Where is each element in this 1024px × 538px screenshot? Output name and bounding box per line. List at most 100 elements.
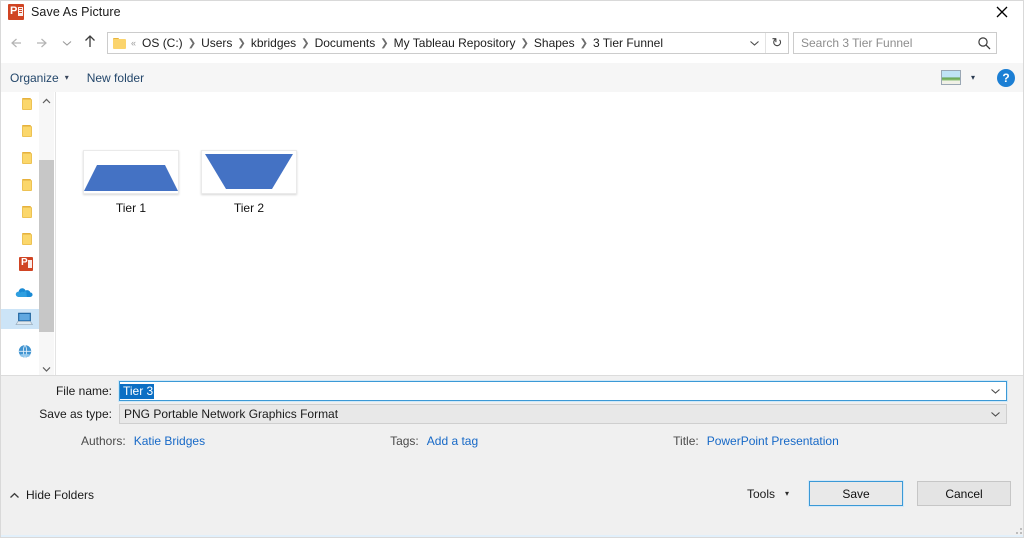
scroll-down-button[interactable] <box>39 360 54 375</box>
chevron-down-icon: ▾ <box>64 73 69 82</box>
breadcrumb-item-1[interactable]: Users <box>198 34 235 52</box>
chevron-down-icon[interactable] <box>984 387 1006 395</box>
breadcrumb-item-2[interactable]: kbridges <box>248 34 299 52</box>
chevron-down-icon <box>62 36 72 50</box>
footer-buttons: Tools ▾ Save Cancel <box>741 480 1011 507</box>
navigation-pane-scrollbar[interactable] <box>39 92 55 375</box>
address-folder-icon <box>108 37 130 49</box>
file-item-tier-1[interactable]: Tier 1 <box>76 150 186 215</box>
network-item[interactable] <box>1 341 39 361</box>
save-as-type-label: Save as type: <box>39 407 112 421</box>
tools-label: Tools <box>746 486 775 501</box>
breadcrumb-separator: ❯ <box>579 37 588 49</box>
folder-item-4[interactable] <box>1 175 39 195</box>
save-as-type-select[interactable]: PNG Portable Network Graphics Format <box>119 404 1007 424</box>
network-globe-icon <box>17 343 33 359</box>
breadcrumb-item-4[interactable]: My Tableau Repository <box>391 34 519 52</box>
folder-icon <box>21 151 33 165</box>
file-item-label: Tier 1 <box>115 201 147 215</box>
tags-value[interactable]: Add a tag <box>427 434 478 448</box>
file-thumbnail <box>83 150 179 194</box>
help-button[interactable]: ? <box>997 68 1015 87</box>
this-pc-icon <box>15 312 33 326</box>
breadcrumb-item-6[interactable]: 3 Tier Funnel <box>590 34 666 52</box>
folder-item-6[interactable] <box>1 229 39 249</box>
file-name-row: File name: Tier 3 <box>1 380 1023 402</box>
navigation-pane <box>1 92 39 375</box>
file-name-value: Tier 3 <box>120 383 155 399</box>
chevron-down-icon[interactable] <box>984 410 1006 418</box>
hide-folders-button[interactable]: Hide Folders <box>9 488 94 502</box>
folder-icon <box>21 97 33 111</box>
save-as-picture-dialog: Save As Picture <box>0 0 1024 538</box>
file-item-tier-2[interactable]: Tier 2 <box>194 150 304 215</box>
arrow-up-icon <box>83 34 97 52</box>
organize-label: Organize <box>10 70 59 85</box>
folder-icon <box>21 205 33 219</box>
tools-button[interactable]: Tools ▾ <box>741 483 795 505</box>
onedrive-item[interactable] <box>1 282 39 302</box>
cancel-button[interactable]: Cancel <box>917 481 1011 506</box>
breadcrumb-item-0[interactable]: OS (C:) <box>139 34 186 52</box>
address-dropdown-button[interactable] <box>743 36 765 50</box>
up-one-level-button[interactable] <box>77 30 103 56</box>
breadcrumb-item-5[interactable]: Shapes <box>531 34 578 52</box>
close-button[interactable] <box>979 1 1023 23</box>
command-toolbar: Organize ▾ New folder ▾ ? <box>1 63 1023 93</box>
dialog-footer: Hide Folders Tools ▾ Save Cancel <box>1 455 1023 537</box>
recent-locations-button[interactable] <box>57 30 77 56</box>
powerpoint-icon <box>19 256 33 271</box>
search-input[interactable] <box>794 36 972 50</box>
chevron-down-icon[interactable]: ▾ <box>971 73 975 82</box>
powerpoint-item[interactable] <box>1 254 39 274</box>
forward-button[interactable] <box>29 30 57 56</box>
footer-accent-line <box>1 535 1023 537</box>
file-name-input[interactable]: Tier 3 <box>118 380 1008 402</box>
file-list-pane[interactable]: Tier 1 Tier 2 <box>56 92 1023 375</box>
save-button[interactable]: Save <box>808 480 904 507</box>
chevron-up-icon <box>9 492 20 499</box>
breadcrumb-separator: ❯ <box>237 37 246 49</box>
scroll-up-button[interactable] <box>39 92 54 107</box>
folder-item-3[interactable] <box>1 148 39 168</box>
chevron-down-icon <box>749 36 760 50</box>
authors-label: Authors: <box>81 434 126 448</box>
folder-icon <box>21 232 33 246</box>
breadcrumb-separator: ❯ <box>301 37 310 49</box>
search-icon[interactable] <box>972 36 996 50</box>
tags-label: Tags: <box>390 434 419 448</box>
chevron-up-icon <box>42 93 51 107</box>
breadcrumb-separator: ❯ <box>187 37 197 49</box>
search-box[interactable] <box>793 32 997 54</box>
folder-icon <box>21 124 33 138</box>
folder-item-2[interactable] <box>1 121 39 141</box>
folder-item-5[interactable] <box>1 202 39 222</box>
arrow-right-icon <box>35 36 51 50</box>
title-value[interactable]: PowerPoint Presentation <box>707 434 839 448</box>
refresh-icon: ↻ <box>771 35 783 50</box>
onedrive-cloud-icon <box>15 286 33 298</box>
folder-icon <box>21 178 33 192</box>
window-title: Save As Picture <box>31 5 121 19</box>
organize-button[interactable]: Organize ▾ <box>1 63 78 92</box>
resize-grip[interactable] <box>1012 524 1022 534</box>
address-bar[interactable]: « OS (C:) ❯ Users ❯ kbridges ❯ Documents… <box>107 32 789 54</box>
file-thumbnail <box>201 150 297 194</box>
arrow-left-icon <box>7 36 23 50</box>
authors-value[interactable]: Katie Bridges <box>134 434 205 448</box>
this-pc-item[interactable] <box>1 309 39 329</box>
close-icon <box>996 6 1008 18</box>
breadcrumb-item-3[interactable]: Documents <box>312 34 379 52</box>
new-folder-button[interactable]: New folder <box>78 63 153 92</box>
toolbar-right-group: ▾ ? <box>940 68 1023 87</box>
title-bar: Save As Picture <box>1 1 1023 23</box>
folder-item-1[interactable] <box>1 94 39 114</box>
scrollbar-thumb[interactable] <box>39 160 54 332</box>
breadcrumb: OS (C:) ❯ Users ❯ kbridges ❯ Documents ❯… <box>139 34 743 52</box>
refresh-button[interactable]: ↻ <box>766 35 788 51</box>
back-button[interactable] <box>1 30 29 56</box>
view-picture-icon[interactable] <box>940 70 961 85</box>
navigation-bar: « OS (C:) ❯ Users ❯ kbridges ❯ Documents… <box>1 29 1023 57</box>
metadata-row: Authors: Katie Bridges Tags: Add a tag T… <box>1 431 1023 451</box>
file-name-label: File name: <box>55 384 112 398</box>
